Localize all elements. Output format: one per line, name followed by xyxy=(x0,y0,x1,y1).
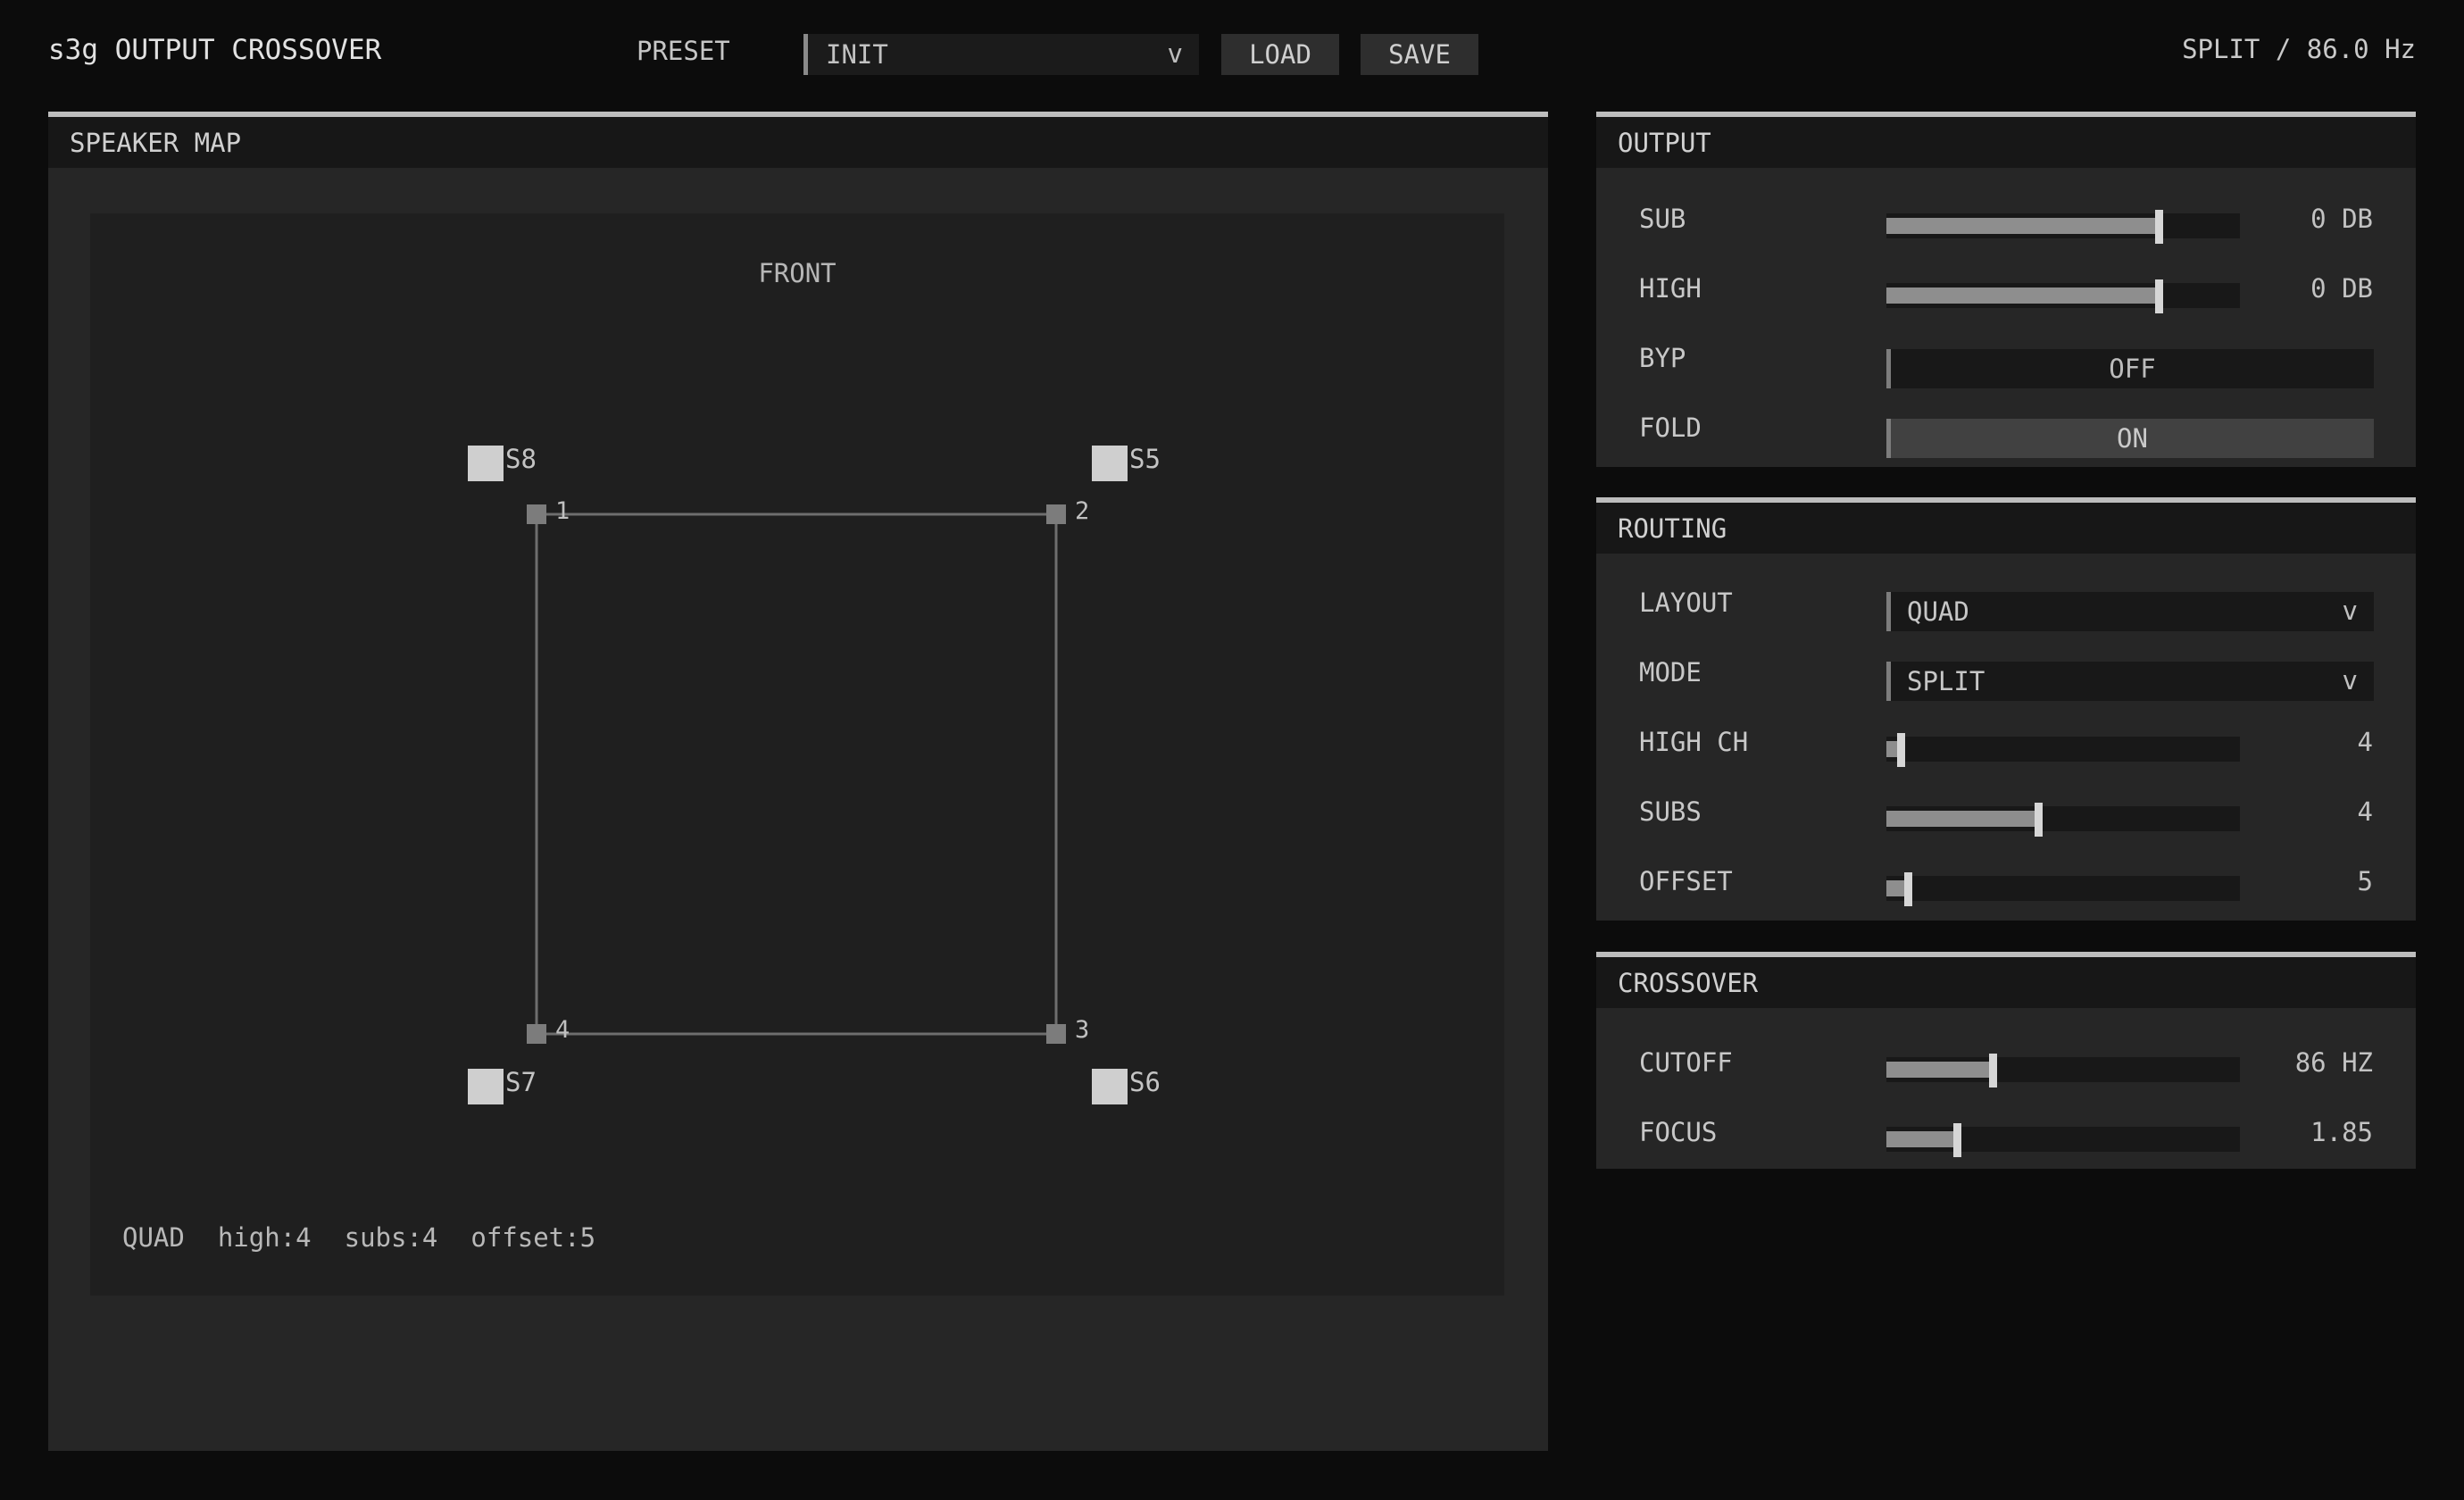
crossover-panel: CROSSOVER CUTOFF 86 HZ FOCUS 1.85 xyxy=(1596,952,2416,1169)
load-button[interactable]: LOAD xyxy=(1221,34,1339,75)
slider-handle[interactable] xyxy=(1989,1054,1997,1088)
routing-panel: ROUTING LAYOUT QUAD v MODE SPLIT v HIGH … xyxy=(1596,497,2416,921)
speaker-s6[interactable] xyxy=(1092,1069,1128,1104)
speaker-map-title: SPEAKER MAP xyxy=(48,117,1548,168)
node-label: 1 xyxy=(555,497,570,525)
channel-node-2[interactable] xyxy=(1046,504,1066,524)
high-ch-label: HIGH CH xyxy=(1639,727,1749,757)
summary-offset: offset:5 xyxy=(470,1222,596,1253)
slider-fill xyxy=(1886,811,2038,827)
slider-fill xyxy=(1886,218,2159,234)
channel-node-1[interactable] xyxy=(527,504,546,524)
chevron-down-icon: v xyxy=(2342,596,2358,626)
focus-label: FOCUS xyxy=(1639,1117,1718,1147)
layout-dropdown[interactable]: QUAD v xyxy=(1886,592,2374,631)
high-label: HIGH xyxy=(1639,273,1702,304)
subs-row: SUBS 4 xyxy=(1596,796,2416,838)
speaker-map-panel: SPEAKER MAP FRONT S8 S5 S7 S6 1 2 3 4 QU… xyxy=(48,112,1548,1451)
high-value: 0 DB xyxy=(2310,273,2373,304)
summary-high: high:4 xyxy=(217,1222,312,1253)
mode-value: SPLIT xyxy=(1907,666,1985,696)
slider-handle[interactable] xyxy=(1953,1123,1961,1157)
focus-value: 1.85 xyxy=(2310,1117,2373,1147)
mode-dropdown[interactable]: SPLIT v xyxy=(1886,662,2374,701)
chevron-down-icon: v xyxy=(2342,665,2358,696)
channel-node-3[interactable] xyxy=(1046,1024,1066,1044)
cutoff-label: CUTOFF xyxy=(1639,1047,1733,1078)
subs-value: 4 xyxy=(2357,796,2373,827)
focus-slider[interactable] xyxy=(1886,1123,2240,1157)
high-ch-row: HIGH CH 4 xyxy=(1596,727,2416,768)
layout-label: LAYOUT xyxy=(1639,588,1733,618)
preset-dropdown[interactable]: INIT v xyxy=(803,34,1199,75)
chevron-down-icon: v xyxy=(1167,38,1183,69)
slider-handle[interactable] xyxy=(1897,733,1905,767)
slider-handle[interactable] xyxy=(1904,872,1912,906)
offset-slider[interactable] xyxy=(1886,872,2240,906)
slider-handle[interactable] xyxy=(2035,803,2043,837)
high-ch-value: 4 xyxy=(2357,727,2373,757)
node-label: 4 xyxy=(555,1016,570,1044)
sub-value: 0 DB xyxy=(2310,204,2373,234)
speaker-connections xyxy=(535,512,1058,1036)
app-title: s3g OUTPUT CROSSOVER xyxy=(48,34,382,66)
offset-label: OFFSET xyxy=(1639,866,1733,896)
speaker-label: S7 xyxy=(505,1067,537,1097)
map-summary: QUAD high:4 subs:4 offset:5 xyxy=(122,1222,595,1253)
fold-toggle[interactable]: ON xyxy=(1886,419,2374,458)
channel-node-4[interactable] xyxy=(527,1024,546,1044)
slider-fill xyxy=(1886,1062,1993,1078)
speaker-label: S5 xyxy=(1129,444,1161,474)
slider-fill xyxy=(1886,1131,1957,1147)
speaker-label: S8 xyxy=(505,444,537,474)
byp-label: BYP xyxy=(1639,343,1686,373)
sub-label: SUB xyxy=(1639,204,1686,234)
subs-slider[interactable] xyxy=(1886,803,2240,837)
node-label: 2 xyxy=(1075,497,1090,525)
fold-label: FOLD xyxy=(1639,412,1702,443)
summary-layout: QUAD xyxy=(122,1222,185,1253)
cutoff-value: 86 HZ xyxy=(2294,1047,2373,1078)
speaker-s8[interactable] xyxy=(468,446,504,481)
high-ch-slider[interactable] xyxy=(1886,733,2240,767)
fold-row: FOLD ON xyxy=(1596,412,2416,458)
byp-row: BYP OFF xyxy=(1596,343,2416,388)
sub-row: SUB 0 DB xyxy=(1596,204,2416,245)
cutoff-row: CUTOFF 86 HZ xyxy=(1596,1047,2416,1088)
output-title: OUTPUT xyxy=(1596,117,2416,168)
bypass-toggle[interactable]: OFF xyxy=(1886,349,2374,388)
layout-row: LAYOUT QUAD v xyxy=(1596,588,2416,631)
subs-label: SUBS xyxy=(1639,796,1702,827)
routing-title: ROUTING xyxy=(1596,503,2416,554)
speaker-s7[interactable] xyxy=(468,1069,504,1104)
output-panel: OUTPUT SUB 0 DB HIGH 0 DB BYP OFF FOLD O… xyxy=(1596,112,2416,467)
crossover-title: CROSSOVER xyxy=(1596,957,2416,1008)
speaker-label: S6 xyxy=(1129,1067,1161,1097)
speaker-map-canvas[interactable]: FRONT S8 S5 S7 S6 1 2 3 4 QUAD high:4 su… xyxy=(90,213,1504,1296)
cutoff-slider[interactable] xyxy=(1886,1054,2240,1088)
speaker-s5[interactable] xyxy=(1092,446,1128,481)
mode-label: MODE xyxy=(1639,657,1702,688)
high-row: HIGH 0 DB xyxy=(1596,273,2416,314)
offset-row: OFFSET 5 xyxy=(1596,866,2416,907)
preset-label: PRESET xyxy=(637,36,730,66)
preset-value: INIT xyxy=(826,39,888,70)
summary-subs: subs:4 xyxy=(344,1222,438,1253)
layout-value: QUAD xyxy=(1907,596,1969,627)
slider-fill xyxy=(1886,288,2159,304)
quad-outline xyxy=(535,512,1058,1036)
slider-handle[interactable] xyxy=(2155,279,2163,313)
focus-row: FOCUS 1.85 xyxy=(1596,1117,2416,1158)
save-button[interactable]: SAVE xyxy=(1361,34,1478,75)
node-label: 3 xyxy=(1075,1016,1090,1044)
high-level-slider[interactable] xyxy=(1886,279,2240,313)
mode-row: MODE SPLIT v xyxy=(1596,657,2416,701)
status-readout: SPLIT / 86.0 Hz xyxy=(2182,34,2416,64)
offset-value: 5 xyxy=(2357,866,2373,896)
sub-level-slider[interactable] xyxy=(1886,210,2240,244)
slider-handle[interactable] xyxy=(2155,210,2163,244)
